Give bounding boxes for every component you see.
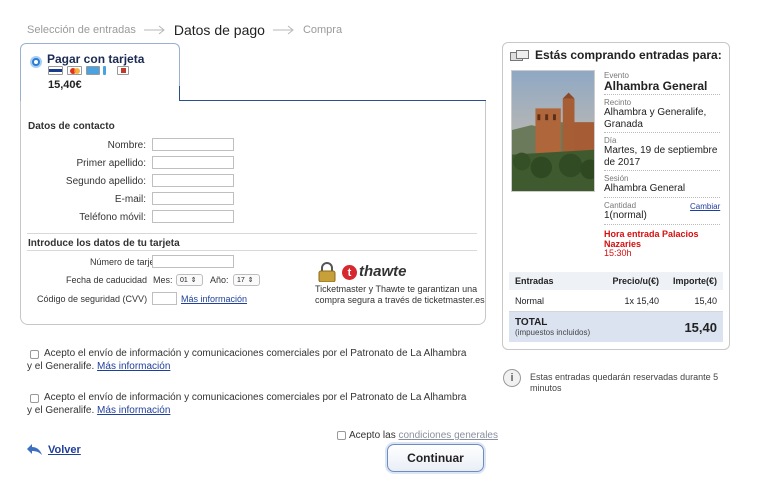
dia-value: Martes, 19 de septiembre de 2017 — [604, 145, 718, 168]
visa-icon — [48, 66, 63, 75]
label-primer-apellido: Primer apellido: — [76, 158, 146, 169]
card-section-title: Introduce los datos de tu tarjeta — [28, 238, 180, 249]
row-importe: 15,40 — [694, 295, 717, 306]
consent-label-1: Acepto el envío de información y comunic… — [27, 348, 467, 372]
hora-entrada-value: 15:30h — [604, 248, 632, 258]
terms-link[interactable]: condiciones generales — [398, 430, 498, 441]
cvv-more-info-link[interactable]: Más información — [181, 294, 247, 304]
summary-recinto: Recinto Alhambra y Generalife, Granada — [604, 98, 720, 131]
col-entradas: Entradas — [515, 276, 554, 286]
label-nombre: Nombre: — [107, 140, 146, 151]
dia-label: Día — [604, 136, 617, 145]
summary-title: Estás comprando entradas para: — [535, 48, 722, 62]
primer-apellido-input[interactable] — [152, 156, 234, 169]
label-fecha-caducidad: Fecha de caducidad — [66, 275, 148, 285]
contact-section-title: Datos de contacto — [28, 121, 115, 132]
price-table: Entradas Precio/u(€) Importe(€) Normal 1… — [509, 272, 723, 342]
row-precio: 1x 15,40 — [624, 295, 659, 306]
card-number-input[interactable] — [152, 255, 234, 268]
nombre-input[interactable] — [152, 138, 234, 151]
step-compra: Compra — [302, 24, 343, 36]
reservation-hold-note: Estas entradas quedarán reservadas duran… — [530, 372, 719, 393]
label-cvv: Código de seguridad (CVV) — [37, 294, 148, 304]
terms-checkbox[interactable] — [337, 431, 346, 440]
summary-dia: Día Martes, 19 de septiembre de 2017 — [604, 136, 720, 169]
segundo-apellido-input[interactable] — [152, 174, 234, 187]
thawte-brand: thawte — [359, 263, 407, 280]
label-mes: Mes: — [153, 275, 173, 285]
checkout-steps: Selección de entradas Datos de pago Comp… — [27, 22, 342, 38]
cvv-input[interactable] — [152, 292, 177, 305]
total-value: 15,40 — [684, 319, 717, 335]
summary-separator — [604, 170, 720, 171]
lock-icon — [318, 262, 336, 282]
total-sub: (impuestos incluidos) — [515, 328, 591, 337]
evento-value: Alhambra General — [604, 79, 708, 93]
year-value: 17 — [237, 276, 245, 284]
section-divider — [27, 233, 477, 234]
consent-label-2: Acepto el envío de información y comunic… — [27, 392, 467, 416]
col-importe: Importe(€) — [672, 276, 717, 286]
thawte-description: Ticketmaster y Thawte te garantizan una … — [315, 284, 485, 305]
email-input[interactable] — [152, 192, 234, 205]
price-table-header: Entradas Precio/u(€) Importe(€) — [509, 272, 723, 290]
select-arrows-icon: ⇕ — [247, 277, 254, 284]
telefono-input[interactable] — [152, 210, 234, 223]
summary-separator — [604, 94, 720, 95]
terms-text: Acepto las condiciones generales — [349, 429, 498, 442]
step-seleccion: Selección de entradas — [27, 24, 136, 36]
card-stripe-icon — [103, 66, 106, 75]
summary-separator — [604, 224, 720, 225]
tab-divider — [179, 86, 180, 101]
tickets-icon — [510, 50, 529, 61]
section-divider — [27, 250, 477, 251]
payment-method-label: Pagar con tarjeta — [47, 52, 145, 66]
summary-sesion: Sesión Alhambra General — [604, 174, 720, 195]
card-icon — [86, 66, 100, 75]
recinto-label: Recinto — [604, 98, 632, 107]
row-type: Normal — [515, 295, 545, 306]
step-datos-pago: Datos de pago — [173, 22, 265, 38]
sesion-label: Sesión — [604, 174, 629, 183]
consent-more-info-link-1[interactable]: Más información — [97, 361, 170, 372]
table-row: Normal 1x 15,40 15,40 — [509, 290, 723, 312]
consent-text-2: Acepto el envío de información y comunic… — [27, 391, 467, 417]
month-select[interactable]: 01 ⇕ — [176, 274, 203, 286]
consent-more-info-link-2[interactable]: Más información — [97, 405, 170, 416]
summary-separator — [604, 197, 720, 198]
hora-entrada-label: Hora entrada Palacios Nazaries — [604, 229, 699, 249]
consent-text-1: Acepto el envío de información y comunic… — [27, 347, 467, 373]
label-ano: Año: — [210, 275, 229, 285]
terms-prefix: Acepto las — [349, 430, 396, 441]
total-row: TOTAL (impuestos incluidos) 15,40 — [509, 312, 723, 342]
thawte-logo: t — [342, 265, 357, 280]
label-segundo-apellido: Segundo apellido: — [65, 176, 146, 187]
sesion-value: Alhambra General — [604, 183, 686, 194]
select-arrows-icon: ⇕ — [190, 277, 197, 284]
mastercard-icon — [67, 66, 82, 75]
payment-radio-card[interactable] — [30, 56, 42, 68]
year-select[interactable]: 17 ⇕ — [233, 274, 260, 286]
summary-separator — [604, 132, 720, 133]
info-icon: i — [503, 369, 521, 387]
arrow-right-icon — [143, 25, 165, 35]
total-label: TOTAL — [515, 317, 548, 328]
payment-price: 15,40€ — [48, 79, 82, 91]
back-arrow-icon[interactable] — [27, 443, 43, 457]
event-photo — [511, 70, 595, 192]
month-value: 01 — [180, 276, 188, 284]
recinto-value: Alhambra y Generalife, Granada — [604, 107, 707, 130]
continue-button[interactable]: Continuar — [387, 444, 484, 472]
label-telefono: Teléfono móvil: — [79, 212, 146, 223]
arrow-right-icon — [272, 25, 294, 35]
col-precio: Precio/u(€) — [612, 276, 659, 286]
label-email: E-mail: — [114, 194, 146, 205]
summary-evento: Evento Alhambra General — [604, 71, 720, 92]
card-alt-icon — [117, 66, 129, 75]
back-link[interactable]: Volver — [48, 444, 81, 456]
cambiar-link[interactable]: Cambiar — [690, 202, 720, 211]
cantidad-value: 1(normal) — [604, 210, 647, 221]
